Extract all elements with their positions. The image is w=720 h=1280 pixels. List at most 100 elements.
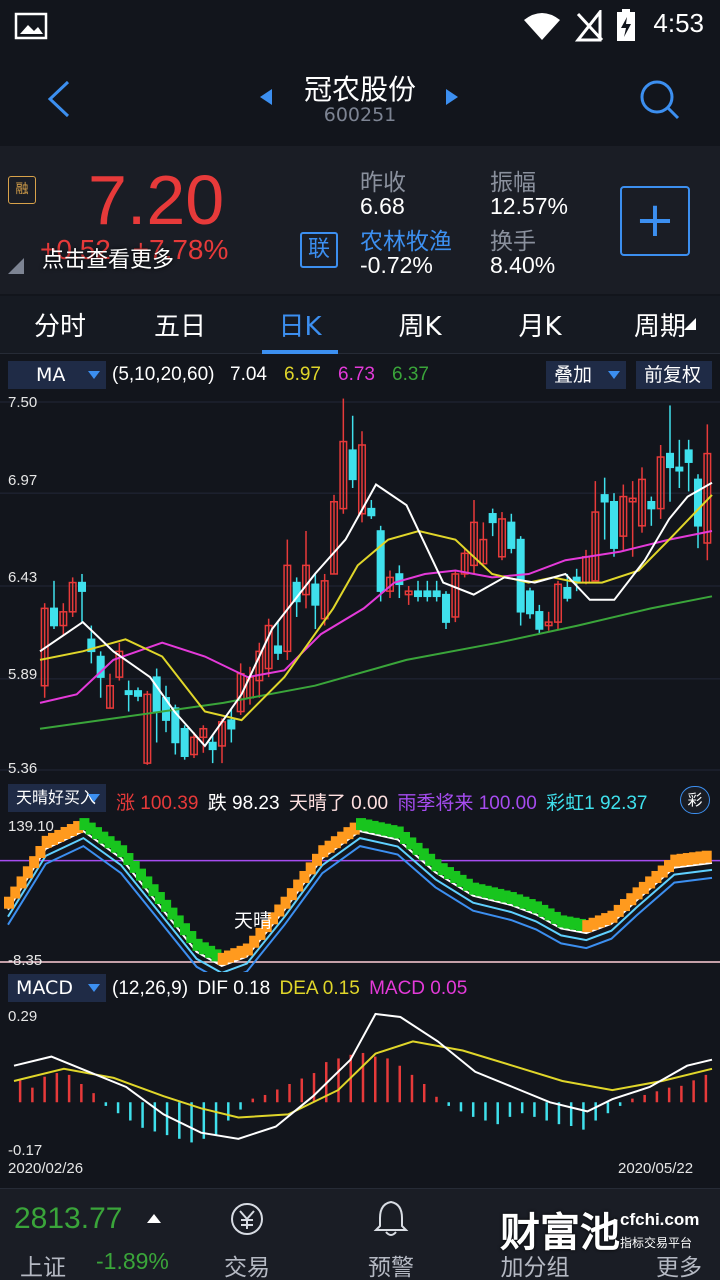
- ma-selector[interactable]: MA: [8, 361, 106, 389]
- tab-monthly-k[interactable]: 月K: [480, 306, 600, 343]
- sector-change: -0.72%: [360, 252, 433, 278]
- tab-period[interactable]: 周期: [600, 306, 720, 343]
- tianqing-value: 0.00: [351, 793, 389, 814]
- overlay-selector[interactable]: 叠加: [546, 361, 626, 389]
- index-value[interactable]: 2813.77: [14, 1202, 122, 1236]
- ma20-value: 6.73: [338, 364, 375, 385]
- index-name: 上证: [20, 1255, 66, 1280]
- signal-axis-top: 139.10: [8, 818, 54, 835]
- candle-body: [507, 521, 516, 549]
- macd-label: MACD: [369, 978, 426, 999]
- dif-label: DIF: [197, 978, 228, 999]
- link-button[interactable]: 联: [300, 232, 338, 268]
- macd-params: (12,26,9): [112, 978, 189, 999]
- candle-body: [367, 507, 376, 517]
- candle-body: [423, 590, 432, 598]
- status-bar: 4:53: [0, 0, 720, 52]
- expand-up-icon[interactable]: [146, 1212, 162, 1224]
- signal-line-cyan: [7, 836, 713, 972]
- search-icon[interactable]: [638, 78, 680, 120]
- candle-body: [376, 530, 385, 592]
- y-axis-mid: 6.43: [8, 569, 38, 586]
- adjust-button[interactable]: 前复权: [636, 361, 712, 389]
- caihong-label: 彩虹1: [546, 793, 595, 814]
- zhang-label: 涨: [116, 793, 136, 814]
- y-axis-upper: 6.97: [8, 472, 38, 489]
- macd-value: 0.05: [430, 978, 468, 999]
- dea-value: 0.15: [322, 978, 360, 999]
- candle-body: [675, 466, 684, 472]
- trade-icon[interactable]: [228, 1200, 266, 1238]
- dropdown-icon: [88, 371, 100, 379]
- die-label: 跌: [207, 793, 227, 814]
- candle-body: [525, 590, 535, 615]
- stock-code: 600251: [323, 104, 397, 126]
- macd-axis-top: 0.29: [8, 1008, 38, 1025]
- candle-body: [563, 586, 572, 599]
- ma-selector-label: MA: [36, 364, 66, 386]
- next-stock-icon[interactable]: [444, 88, 460, 106]
- watermark-logo: 财富池: [500, 1210, 620, 1256]
- date-start: 2020/02/26: [8, 1160, 84, 1177]
- candle-body: [693, 478, 703, 527]
- candle-body: [684, 449, 693, 463]
- watermark-sub: 指标交易平台: [620, 1236, 693, 1250]
- amplitude-label: 振幅: [490, 170, 536, 196]
- yuji-value: 100.00: [478, 793, 537, 814]
- add-watchlist-button[interactable]: +: [620, 186, 690, 256]
- date-end: 2020/05/22: [618, 1160, 694, 1177]
- rainbow-icon[interactable]: 彩: [680, 786, 710, 814]
- current-price: 7.20: [88, 161, 225, 239]
- candle-body: [441, 593, 451, 623]
- candle-body: [77, 581, 87, 592]
- tab-weekly-k[interactable]: 周K: [360, 306, 480, 343]
- signal-block: [701, 850, 712, 863]
- dropdown-icon: [88, 984, 100, 992]
- signal-selector-label: 天晴好买入: [16, 788, 97, 807]
- amplitude-value: 12.57%: [490, 193, 569, 219]
- tab-five-day[interactable]: 五日: [120, 306, 240, 343]
- macd-selector[interactable]: MACD: [8, 974, 106, 1002]
- candle-body: [647, 500, 656, 510]
- candle-body: [227, 719, 236, 730]
- overlay-label: 叠加: [554, 364, 593, 386]
- signal-line-blue: [7, 844, 713, 972]
- alert-bell-icon[interactable]: [372, 1198, 410, 1238]
- ma60-value: 6.37: [392, 364, 429, 385]
- prev-close-label: 昨收: [360, 170, 406, 196]
- turnover-value: 8.40%: [490, 252, 556, 278]
- turnover-label: 换手: [490, 229, 536, 255]
- zhang-value: 100.39: [140, 793, 199, 814]
- yuji-label: 雨季将来: [397, 793, 474, 814]
- caihong-value: 92.37: [599, 793, 648, 814]
- die-value: 98.23: [232, 793, 280, 814]
- macd-values: (12,26,9) DIF 0.18 DEA 0.15 MACD 0.05: [112, 978, 467, 1000]
- candle-body: [413, 590, 423, 598]
- watermark-site: cfchi.com: [620, 1210, 700, 1229]
- tab-intraday[interactable]: 分时: [0, 306, 120, 343]
- active-tab-indicator: [262, 350, 338, 354]
- candle-body: [273, 645, 283, 654]
- alert-label[interactable]: 预警: [336, 1248, 446, 1280]
- view-more-tip[interactable]: 点击查看更多: [42, 242, 174, 274]
- ma-params: (5,10,20,60): [112, 364, 215, 385]
- more-label[interactable]: 更多: [624, 1248, 720, 1280]
- no-signal-icon: [574, 10, 604, 42]
- candle-body: [488, 513, 497, 524]
- candle-body: [432, 590, 441, 598]
- sector-name[interactable]: 农林牧渔: [360, 222, 452, 256]
- candle-body: [49, 607, 59, 627]
- signal-chart[interactable]: [0, 816, 720, 972]
- signal-selector[interactable]: 天晴好买入: [8, 784, 106, 812]
- ma10-value: 6.97: [284, 364, 321, 385]
- status-time: 4:53: [653, 8, 704, 38]
- tianqing-label: 天晴了: [288, 793, 346, 814]
- trade-label[interactable]: 交易: [192, 1248, 302, 1280]
- kline-chart[interactable]: [0, 392, 720, 780]
- dropdown-icon: [608, 371, 620, 379]
- tab-daily-k[interactable]: 日K: [240, 306, 360, 343]
- y-axis-top: 7.50: [8, 394, 38, 411]
- macd-chart[interactable]: [0, 1006, 720, 1182]
- prev-close-value: 6.68: [360, 193, 405, 219]
- candle-body: [311, 583, 320, 606]
